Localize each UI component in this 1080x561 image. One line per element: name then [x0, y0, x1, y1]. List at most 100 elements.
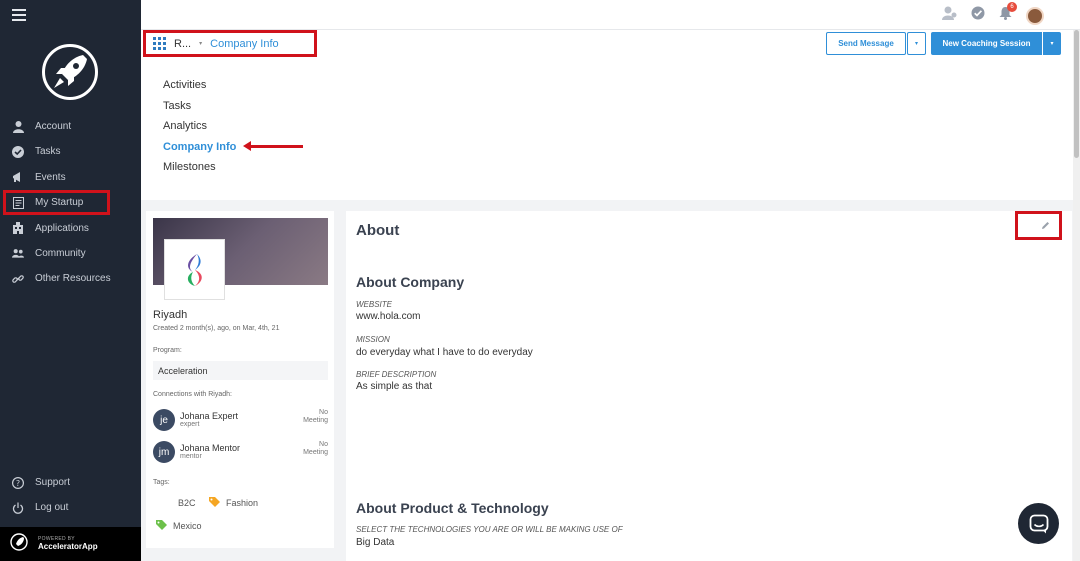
- company-profile-card: Riyadh Created 2 month(s), ago, on Mar, …: [146, 211, 334, 548]
- program-value: Acceleration: [153, 361, 328, 380]
- sidebar-nav: Account Tasks Events My Startup Applicat…: [0, 114, 141, 292]
- rocket-logo-icon[interactable]: [42, 44, 98, 100]
- hamburger-menu-icon[interactable]: [12, 9, 26, 21]
- connection-meeting-status: No Meeting: [303, 441, 328, 458]
- tab-milestones[interactable]: Milestones: [163, 161, 236, 182]
- mission-value: do everyday what I have to do everyday: [356, 347, 533, 358]
- annotation-arrow-icon: [243, 141, 303, 151]
- chevron-down-icon[interactable]: ▾: [199, 40, 202, 47]
- notifications-bell[interactable]: 6: [999, 2, 1017, 25]
- sidebar-item-label: Community: [35, 247, 86, 259]
- connection-item[interactable]: jm Johana Mentor mentor No Meeting: [153, 441, 328, 467]
- breadcrumb-startup[interactable]: R...: [174, 38, 191, 50]
- tab-tasks[interactable]: Tasks: [163, 100, 236, 121]
- tag-item[interactable]: Fashion: [206, 495, 264, 510]
- sidebar: Account Tasks Events My Startup Applicat…: [0, 0, 141, 561]
- question-icon: ?: [12, 476, 24, 489]
- sidebar-item-account[interactable]: Account: [0, 114, 141, 139]
- created-date: Created 2 month(s), ago, on Mar, 4th, 21: [153, 325, 280, 332]
- svg-text:?: ?: [16, 479, 20, 488]
- sidebar-item-label: Account: [35, 121, 72, 132]
- users-icon: [12, 247, 24, 259]
- company-name: Riyadh: [153, 309, 188, 321]
- powered-by-text: POWERED BY AcceleratorApp: [38, 537, 98, 551]
- tag-item[interactable]: Mexico: [153, 518, 207, 533]
- sidebar-item-label: Applications: [35, 222, 89, 234]
- tab-company-info[interactable]: Company Info: [163, 141, 236, 162]
- sidebar-item-applications[interactable]: Applications: [0, 216, 141, 241]
- connection-role: expert: [180, 421, 200, 428]
- meeting-status-line: No: [319, 409, 328, 416]
- sidebar-item-label: Tasks: [35, 146, 61, 158]
- apps-grid-icon[interactable]: [153, 37, 166, 50]
- meeting-status-line: Meeting: [303, 449, 328, 457]
- tag-label: Fashion: [226, 497, 259, 508]
- rocket-small-icon: [10, 532, 28, 556]
- new-coaching-session-button[interactable]: New Coaching Session: [931, 32, 1042, 55]
- about-product-heading: About Product & Technology: [356, 500, 549, 516]
- meeting-status-line: Meeting: [303, 417, 328, 425]
- tag-item[interactable]: B2C: [158, 495, 201, 510]
- sidebar-item-label: Events: [35, 171, 66, 183]
- powered-by-badge[interactable]: POWERED BY AcceleratorApp: [0, 527, 141, 561]
- company-logo[interactable]: [164, 239, 225, 300]
- sidebar-item-support[interactable]: ? Support: [0, 470, 141, 495]
- sidebar-item-other-resources[interactable]: Other Resources: [0, 266, 141, 291]
- new-coaching-session-dropdown[interactable]: ▾: [1043, 32, 1061, 55]
- user-icon: [12, 120, 24, 133]
- technologies-label: SELECT THE TECHNOLOGIES YOU ARE OR WILL …: [356, 525, 623, 534]
- top-bar-icons: 6: [942, 2, 1044, 25]
- sidebar-item-my-startup[interactable]: My Startup: [3, 190, 110, 216]
- tab-activities[interactable]: Activities: [163, 79, 236, 100]
- sidebar-item-tasks[interactable]: Tasks: [0, 139, 141, 164]
- connections-label: Connections with Riyadh:: [153, 391, 232, 398]
- meeting-status-line: No: [319, 441, 328, 448]
- notification-count-badge: 6: [1007, 2, 1017, 12]
- tab-analytics[interactable]: Analytics: [163, 120, 236, 141]
- about-company-heading: About Company: [356, 274, 465, 290]
- check-circle-icon[interactable]: [971, 6, 985, 25]
- brief-description-value: As simple as that: [356, 381, 433, 392]
- tag-label: B2C: [178, 497, 196, 508]
- powered-by-brand: AcceleratorApp: [38, 542, 98, 551]
- sidebar-item-community[interactable]: Community: [0, 241, 141, 266]
- chat-launcher-button[interactable]: [1018, 503, 1059, 544]
- sidebar-item-events[interactable]: Events: [0, 165, 141, 190]
- connection-item[interactable]: je Johana Expert expert No Meeting: [153, 409, 328, 435]
- user-switch-icon[interactable]: [942, 6, 957, 25]
- page-header: R... ▾ Company Info Send Message ▾ New C…: [141, 30, 1073, 200]
- sidebar-item-label: Other Resources: [35, 273, 111, 285]
- program-label: Program:: [153, 347, 182, 354]
- megaphone-icon: [12, 171, 24, 183]
- about-title: About: [356, 222, 400, 239]
- edit-button[interactable]: [1015, 211, 1062, 240]
- top-bar: 6: [141, 0, 1080, 30]
- send-message-button[interactable]: Send Message: [826, 32, 906, 55]
- website-label: WEBSITE: [356, 300, 393, 309]
- breadcrumb: R... ▾ Company Info: [143, 30, 317, 57]
- building-icon: [12, 222, 24, 235]
- link-icon: [12, 273, 24, 285]
- tag-icon: [209, 497, 220, 508]
- pencil-icon: [1042, 222, 1049, 229]
- tag-icon: [161, 497, 172, 508]
- connection-meeting-status: No Meeting: [303, 409, 328, 426]
- connection-avatar: jm: [153, 441, 175, 463]
- scrollbar-thumb[interactable]: [1074, 30, 1079, 158]
- document-icon: [12, 196, 24, 209]
- website-value[interactable]: www.hola.com: [356, 311, 420, 322]
- brief-description-label: BRIEF DESCRIPTION: [356, 370, 437, 379]
- sidebar-item-label: Log out: [35, 502, 69, 514]
- breadcrumb-current: Company Info: [210, 37, 279, 50]
- user-avatar[interactable]: [1026, 6, 1044, 25]
- connection-name: Johana Expert: [180, 411, 239, 421]
- page-scrollbar[interactable]: [1073, 30, 1080, 561]
- sidebar-item-logout[interactable]: Log out: [0, 495, 141, 520]
- send-message-dropdown[interactable]: ▾: [907, 32, 926, 55]
- connection-role: mentor: [180, 453, 202, 460]
- connection-avatar: je: [153, 409, 175, 431]
- chat-icon: [1029, 514, 1048, 533]
- technologies-value: Big Data: [356, 537, 395, 548]
- sidebar-bottom-nav: ? Support Log out: [0, 470, 141, 521]
- sidebar-item-label: My Startup: [35, 197, 84, 209]
